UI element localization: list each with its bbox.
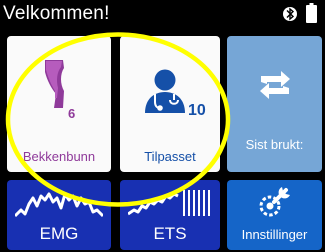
tilpasset-count: 10: [188, 102, 206, 119]
sist-brukt-label: Sist brukt:: [245, 137, 304, 152]
tilpasset-tile[interactable]: 10 Tilpasset: [120, 36, 220, 172]
innstillinger-tile[interactable]: Innstillinger: [227, 180, 322, 250]
battery-icon: [306, 3, 317, 23]
bekkenbunn-label: Bekkenbunn: [22, 149, 96, 164]
bluetooth-icon: [283, 7, 297, 21]
pelvis-icon: [45, 60, 64, 108]
repeat-icon: [260, 71, 290, 99]
innstillinger-label: Innstillinger: [241, 227, 308, 242]
bekkenbunn-tile[interactable]: 6 Bekkenbunn: [7, 36, 111, 172]
tilpasset-label: Tilpasset: [144, 149, 196, 164]
bekkenbunn-count: 6: [68, 106, 76, 121]
ets-tile[interactable]: ETS: [120, 180, 220, 250]
emg-label: EMG: [39, 224, 79, 243]
user-doctor-icon: [145, 69, 185, 113]
settings-wrench-icon: [259, 187, 290, 217]
ets-wave-icon: [128, 190, 210, 216]
emg-tile[interactable]: EMG: [7, 180, 111, 250]
status-header: Velkommen!: [0, 0, 325, 28]
emg-wave-icon: [15, 192, 103, 218]
welcome-title: Velkommen!: [3, 3, 110, 24]
sist-brukt-tile[interactable]: Sist brukt:: [227, 36, 322, 172]
ets-label: ETS: [153, 224, 187, 243]
